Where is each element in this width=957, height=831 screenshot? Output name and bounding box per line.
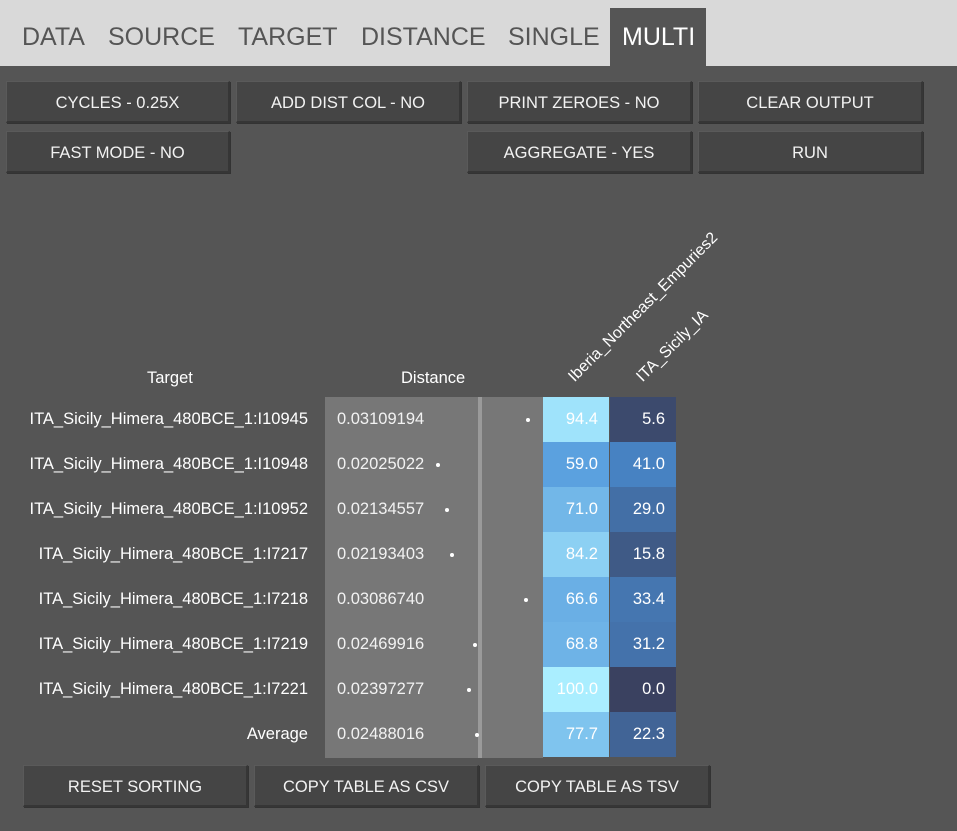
- clear-output-button[interactable]: CLEAR OUTPUT: [698, 81, 923, 123]
- add-dist-col-button[interactable]: ADD DIST COL - NO: [236, 81, 461, 123]
- source1-percent-cell: 59.0: [543, 442, 609, 487]
- tab-single[interactable]: SINGLE: [496, 8, 609, 66]
- tab-multi[interactable]: MULTI: [610, 8, 706, 66]
- target-cell: ITA_Sicily_Himera_480BCE_1:I7219: [38, 635, 308, 653]
- target-cell: Average: [246, 725, 308, 743]
- distance-marker: [467, 688, 471, 692]
- source1-percent-cell: 77.7: [543, 712, 609, 757]
- source2-percent-cell: 29.0: [610, 487, 676, 532]
- distance-cell: 0.03109194: [337, 410, 425, 428]
- distance-cell: 0.02193403: [337, 545, 425, 563]
- cycles-button[interactable]: CYCLES - 0.25X: [6, 81, 230, 123]
- target-cell: ITA_Sicily_Himera_480BCE_1:I7217: [38, 545, 308, 563]
- source1-percent-cell: 84.2: [543, 532, 609, 577]
- distance-bar-area: [482, 397, 543, 758]
- source1-percent-cell: 71.0: [543, 487, 609, 532]
- copy-csv-button[interactable]: COPY TABLE AS CSV: [254, 765, 479, 807]
- reset-sorting-button[interactable]: RESET SORTING: [23, 765, 248, 807]
- tab-target[interactable]: TARGET: [226, 8, 348, 66]
- fast-mode-button[interactable]: FAST MODE - NO: [6, 131, 230, 173]
- distance-cell: 0.02397277: [337, 680, 425, 698]
- aggregate-button[interactable]: AGGREGATE - YES: [467, 131, 692, 173]
- source2-percent-cell: 15.8: [610, 532, 676, 577]
- distance-cell: 0.02469916: [337, 635, 425, 653]
- target-cell: ITA_Sicily_Himera_480BCE_1:I10952: [29, 500, 308, 518]
- source2-percent-cell: 33.4: [610, 577, 676, 622]
- distance-marker: [445, 508, 449, 512]
- source2-percent-cell: 41.0: [610, 442, 676, 487]
- source2-percent-cell: 5.6: [610, 397, 676, 442]
- distance-cell: 0.02025022: [337, 455, 425, 473]
- distance-column-header[interactable]: Distance: [401, 369, 465, 388]
- print-zeroes-button[interactable]: PRINT ZEROES - NO: [467, 81, 692, 123]
- target-cell: ITA_Sicily_Himera_480BCE_1:I10945: [29, 410, 308, 428]
- distance-marker: [526, 418, 530, 422]
- tab-distance[interactable]: DISTANCE: [349, 8, 494, 66]
- source1-percent-cell: 100.0: [543, 667, 609, 712]
- distance-cell: 0.02134557: [337, 500, 425, 518]
- source2-percent-cell: 0.0: [610, 667, 676, 712]
- target-cell: ITA_Sicily_Himera_480BCE_1:I7221: [38, 680, 308, 698]
- distance-marker: [473, 643, 477, 647]
- distance-cell: 0.02488016: [337, 725, 425, 743]
- target-cell: ITA_Sicily_Himera_480BCE_1:I7218: [38, 590, 308, 608]
- source1-percent-cell: 66.6: [543, 577, 609, 622]
- distance-marker: [450, 553, 454, 557]
- target-column-header[interactable]: Target: [147, 369, 193, 388]
- distance-cell: 0.03086740: [337, 590, 425, 608]
- distance-marker: [436, 463, 440, 467]
- source1-percent-cell: 68.8: [543, 622, 609, 667]
- run-button[interactable]: RUN: [698, 131, 923, 173]
- copy-tsv-button[interactable]: COPY TABLE AS TSV: [485, 765, 710, 807]
- distance-marker: [475, 733, 479, 737]
- source2-percent-cell: 31.2: [610, 622, 676, 667]
- target-cell: ITA_Sicily_Himera_480BCE_1:I10948: [29, 455, 308, 473]
- tab-source[interactable]: SOURCE: [96, 8, 224, 66]
- source1-percent-cell: 94.4: [543, 397, 609, 442]
- tab-data[interactable]: DATA: [10, 8, 95, 66]
- source2-percent-cell: 22.3: [610, 712, 676, 757]
- distance-marker: [524, 598, 528, 602]
- tab-bar: DATA SOURCE TARGET DISTANCE SINGLE MULTI: [0, 0, 957, 66]
